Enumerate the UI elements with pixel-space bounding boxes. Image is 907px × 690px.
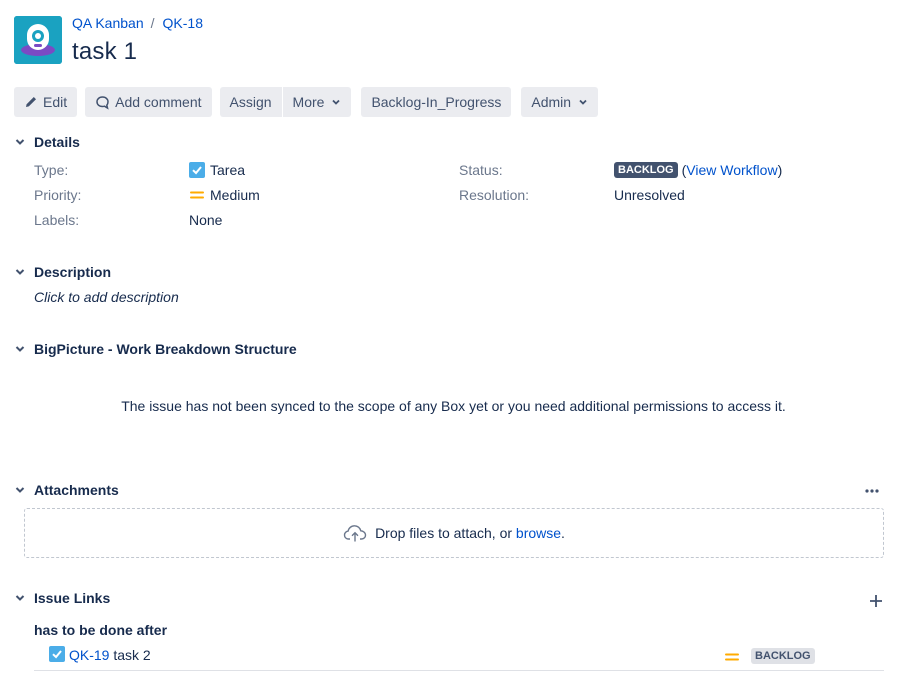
details-toggle[interactable]: Details <box>14 134 80 150</box>
type-value: Tarea <box>189 162 245 178</box>
status-badge: BACKLOG <box>614 162 678 178</box>
priority-value-text: Medium <box>210 187 260 203</box>
dropzone-period: . <box>561 525 565 541</box>
description-toggle[interactable]: Description <box>14 264 111 280</box>
priority-label: Priority: <box>34 187 82 203</box>
task-type-icon <box>189 162 205 178</box>
linked-issue-status-badge: BACKLOG <box>751 648 815 664</box>
linked-issue-summary-text: task 2 <box>113 647 151 663</box>
labels-label: Labels: <box>34 212 80 228</box>
more-button-label: More <box>292 94 325 110</box>
upload-cloud-icon <box>343 525 367 542</box>
admin-button[interactable]: Admin <box>521 87 599 117</box>
bigpicture-message: The issue has not been synced to the sco… <box>121 398 786 414</box>
page-title[interactable]: task 1 <box>72 38 137 66</box>
description-heading: Description <box>34 264 112 280</box>
type-value-text: Tarea <box>210 162 246 178</box>
labels-value: None <box>189 212 223 228</box>
description-placeholder[interactable]: Click to add description <box>34 289 179 305</box>
issue-toolbar: Edit Add comment Assign More Backlog-In_… <box>14 87 599 117</box>
status-label: Status: <box>459 162 503 178</box>
add-comment-button[interactable]: Add comment <box>85 87 212 117</box>
chevron-down-icon <box>332 99 341 105</box>
resolution-value: Unresolved <box>614 187 685 203</box>
details-heading: Details <box>34 134 80 150</box>
chevron-down-icon <box>15 487 25 493</box>
view-workflow-close-paren: ) <box>777 162 783 178</box>
issue-links-heading: Issue Links <box>34 590 111 606</box>
issue-header: QA Kanban / QK-18 task 1 <box>14 14 894 66</box>
breadcrumb: QA Kanban / QK-18 <box>72 15 203 31</box>
edit-button-label: Edit <box>43 94 68 110</box>
breadcrumb-separator: / <box>150 15 155 31</box>
browse-link[interactable]: browse <box>516 525 561 541</box>
priority-medium-icon <box>190 191 204 199</box>
more-button[interactable]: More <box>282 87 352 117</box>
chevron-down-icon <box>579 99 587 105</box>
attachments-more-button[interactable] <box>862 481 882 501</box>
dropzone-text: Drop files to attach, or <box>375 525 516 541</box>
linked-issue-summary: QK-19 task 2 <box>69 647 151 663</box>
more-icon <box>865 489 879 493</box>
bigpicture-toggle[interactable]: BigPicture - Work Breakdown Structure <box>14 341 297 357</box>
issue-links-toggle[interactable]: Issue Links <box>14 590 110 606</box>
breadcrumb-issue-key-link[interactable]: QK-18 <box>163 15 203 31</box>
status-value: BACKLOG ( View Workflow ) <box>614 162 782 178</box>
priority-value: Medium <box>189 187 260 203</box>
type-label: Type: <box>34 162 69 178</box>
linked-issue-key-link[interactable]: QK-19 <box>69 647 109 663</box>
resolution-label: Resolution: <box>459 187 530 203</box>
project-avatar[interactable] <box>14 16 62 64</box>
edit-button[interactable]: Edit <box>14 87 78 117</box>
transition-button-label: Backlog-In_Progress <box>371 94 502 110</box>
attachment-dropzone[interactable]: Drop files to attach, or browse . <box>24 508 884 558</box>
admin-button-label: Admin <box>531 94 572 110</box>
task-type-icon <box>49 646 65 662</box>
assign-button-label: Assign <box>229 94 272 110</box>
view-workflow-link[interactable]: View Workflow <box>686 162 777 178</box>
chevron-down-icon <box>15 139 25 145</box>
attachments-heading: Attachments <box>34 482 119 498</box>
transition-button[interactable]: Backlog-In_Progress <box>361 87 512 117</box>
issue-link-row: QK-19 task 2 BACKLOG <box>34 644 884 671</box>
attachments-toggle[interactable]: Attachments <box>14 482 119 498</box>
assign-button[interactable]: Assign <box>219 87 282 117</box>
pencil-icon <box>26 97 36 107</box>
priority-medium-icon <box>725 653 739 661</box>
assign-more-group: Assign More <box>219 87 352 117</box>
comment-icon <box>96 95 109 110</box>
chevron-down-icon <box>15 346 25 352</box>
chevron-down-icon <box>15 595 25 601</box>
add-icon <box>870 595 882 607</box>
add-comment-button-label: Add comment <box>115 94 202 110</box>
chevron-down-icon <box>15 269 25 275</box>
bigpicture-heading: BigPicture - Work Breakdown Structure <box>34 341 297 357</box>
breadcrumb-project-link[interactable]: QA Kanban <box>72 15 144 31</box>
link-type-label: has to be done after <box>34 622 168 638</box>
add-issue-link-button[interactable] <box>866 591 886 611</box>
